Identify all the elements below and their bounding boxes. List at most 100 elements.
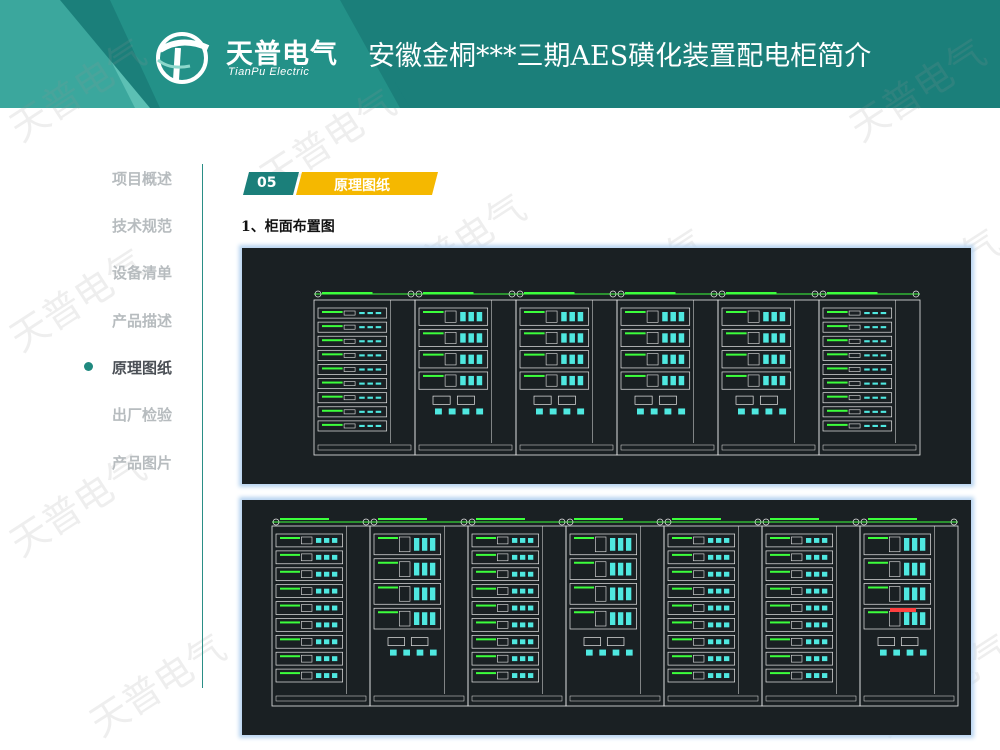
base-plinth (667, 695, 759, 702)
indicator-lamp (805, 639, 812, 645)
indicator-lamp (561, 354, 567, 364)
indicator-lamp (527, 673, 534, 678)
nav-item-equipment-list[interactable]: 设备清单 (52, 262, 172, 283)
drawer-handle (343, 338, 356, 344)
indicator-lamp (715, 588, 722, 594)
button-lamp (429, 649, 437, 656)
indicator-lamp (315, 622, 322, 628)
drawer-handle (693, 654, 705, 663)
indicator-lamp (323, 554, 330, 560)
drawer-label-bar (672, 537, 692, 539)
indicator-lamp (375, 326, 382, 329)
nav-divider (202, 164, 203, 688)
indicator-lamp (359, 312, 365, 315)
indicator-lamp (723, 673, 730, 678)
drawer-handle (497, 604, 509, 612)
indicator-lamp (519, 538, 526, 543)
indicator-lamp (779, 375, 786, 386)
company-logo: 天普电气 TianPu Electric (150, 30, 370, 86)
meter-box (735, 395, 754, 405)
indicator-lamp (331, 588, 338, 594)
indicator-lamp (723, 622, 730, 628)
indicator-lamp (577, 375, 584, 386)
meter-box (877, 637, 896, 646)
indicator-lamp (779, 312, 786, 322)
drawer-label-bar (770, 638, 790, 641)
indicator-lamp (367, 354, 373, 357)
indicator-lamp (468, 375, 474, 386)
base-plinth (373, 695, 465, 702)
drawer-handle (497, 536, 509, 545)
drawer-handle (497, 587, 509, 595)
indicator-lamp (617, 612, 624, 625)
drawer-label-bar (868, 611, 888, 614)
indicator-lamp (723, 656, 730, 662)
drawer-handle (848, 367, 861, 372)
drawer-handle (791, 536, 803, 545)
drawer-label-bar (672, 553, 692, 556)
indicator-lamp (609, 612, 616, 625)
nav-item-factory-inspection[interactable]: 出厂检验 (52, 404, 172, 425)
drawer-handle (848, 353, 861, 358)
nav-item-product-description[interactable]: 产品描述 (52, 310, 172, 331)
indicator-lamp (476, 333, 483, 343)
cabinet-frame (467, 525, 567, 707)
indicator-lamp (678, 375, 685, 386)
button-lamp (586, 649, 593, 656)
button-lamp (893, 649, 900, 656)
drawer-handle (693, 638, 705, 646)
indicator-lamp (625, 612, 632, 625)
indicator-lamp (880, 396, 887, 399)
cabinet-title-bar (322, 292, 373, 294)
indicator-lamp (460, 375, 466, 386)
drawer-label-bar (770, 621, 790, 624)
nav-item-project-overview[interactable]: 项目概述 (52, 168, 172, 189)
cabinet-title-bar (476, 518, 525, 520)
base-plinth (317, 444, 412, 451)
indicator-lamp (662, 312, 668, 322)
cabinet-frame (818, 299, 921, 456)
drawer-handle (301, 570, 313, 578)
drawer-handle (595, 610, 607, 627)
drawer-label-bar (827, 339, 848, 342)
drawer-label-bar (625, 353, 646, 356)
indicator-lamp (707, 639, 714, 645)
indicator-lamp (367, 410, 373, 413)
indicator-lamp (919, 587, 926, 601)
indicator-lamp (359, 424, 365, 427)
indicator-lamp (460, 354, 466, 364)
indicator-lamp (367, 326, 373, 329)
drawer-handle (497, 671, 509, 680)
drawer-handle (497, 638, 509, 646)
drawer-handle (646, 353, 659, 366)
drawer-label-bar (672, 604, 692, 607)
drawer-handle (889, 610, 901, 627)
indicator-lamp (429, 587, 436, 601)
drawer-handle (399, 586, 411, 602)
indicator-lamp (375, 312, 382, 315)
page-title: 安徽金桐***三期AES磺化装置配电柜简介 (368, 41, 872, 72)
indicator-lamp (771, 312, 777, 322)
indicator-lamp (367, 424, 373, 427)
drawer-label-bar (280, 672, 300, 675)
drawer-handle (595, 536, 607, 553)
nav-item-product-photos[interactable]: 产品图片 (52, 452, 172, 473)
indicator-lamp (715, 554, 722, 560)
indicator-lamp (609, 538, 616, 551)
indicator-lamp (577, 333, 584, 343)
nav-item-tech-spec[interactable]: 技术规范 (52, 215, 172, 236)
indicator-lamp (707, 588, 714, 594)
drawer-handle (301, 587, 313, 595)
indicator-lamp (367, 340, 373, 343)
indicator-lamp (880, 354, 887, 357)
drawer-label-bar (827, 423, 848, 426)
indicator-lamp (569, 333, 575, 343)
drawer-label-bar (827, 311, 848, 313)
drawer-label-bar (476, 655, 496, 658)
drawer-handle (848, 338, 861, 344)
section-title-tag: 原理图纸 (296, 172, 438, 195)
indicator-lamp (468, 333, 474, 343)
base-plinth (418, 444, 513, 451)
indicator-lamp (359, 326, 365, 329)
nav-item-schematics[interactable]: 原理图纸 (52, 357, 172, 378)
